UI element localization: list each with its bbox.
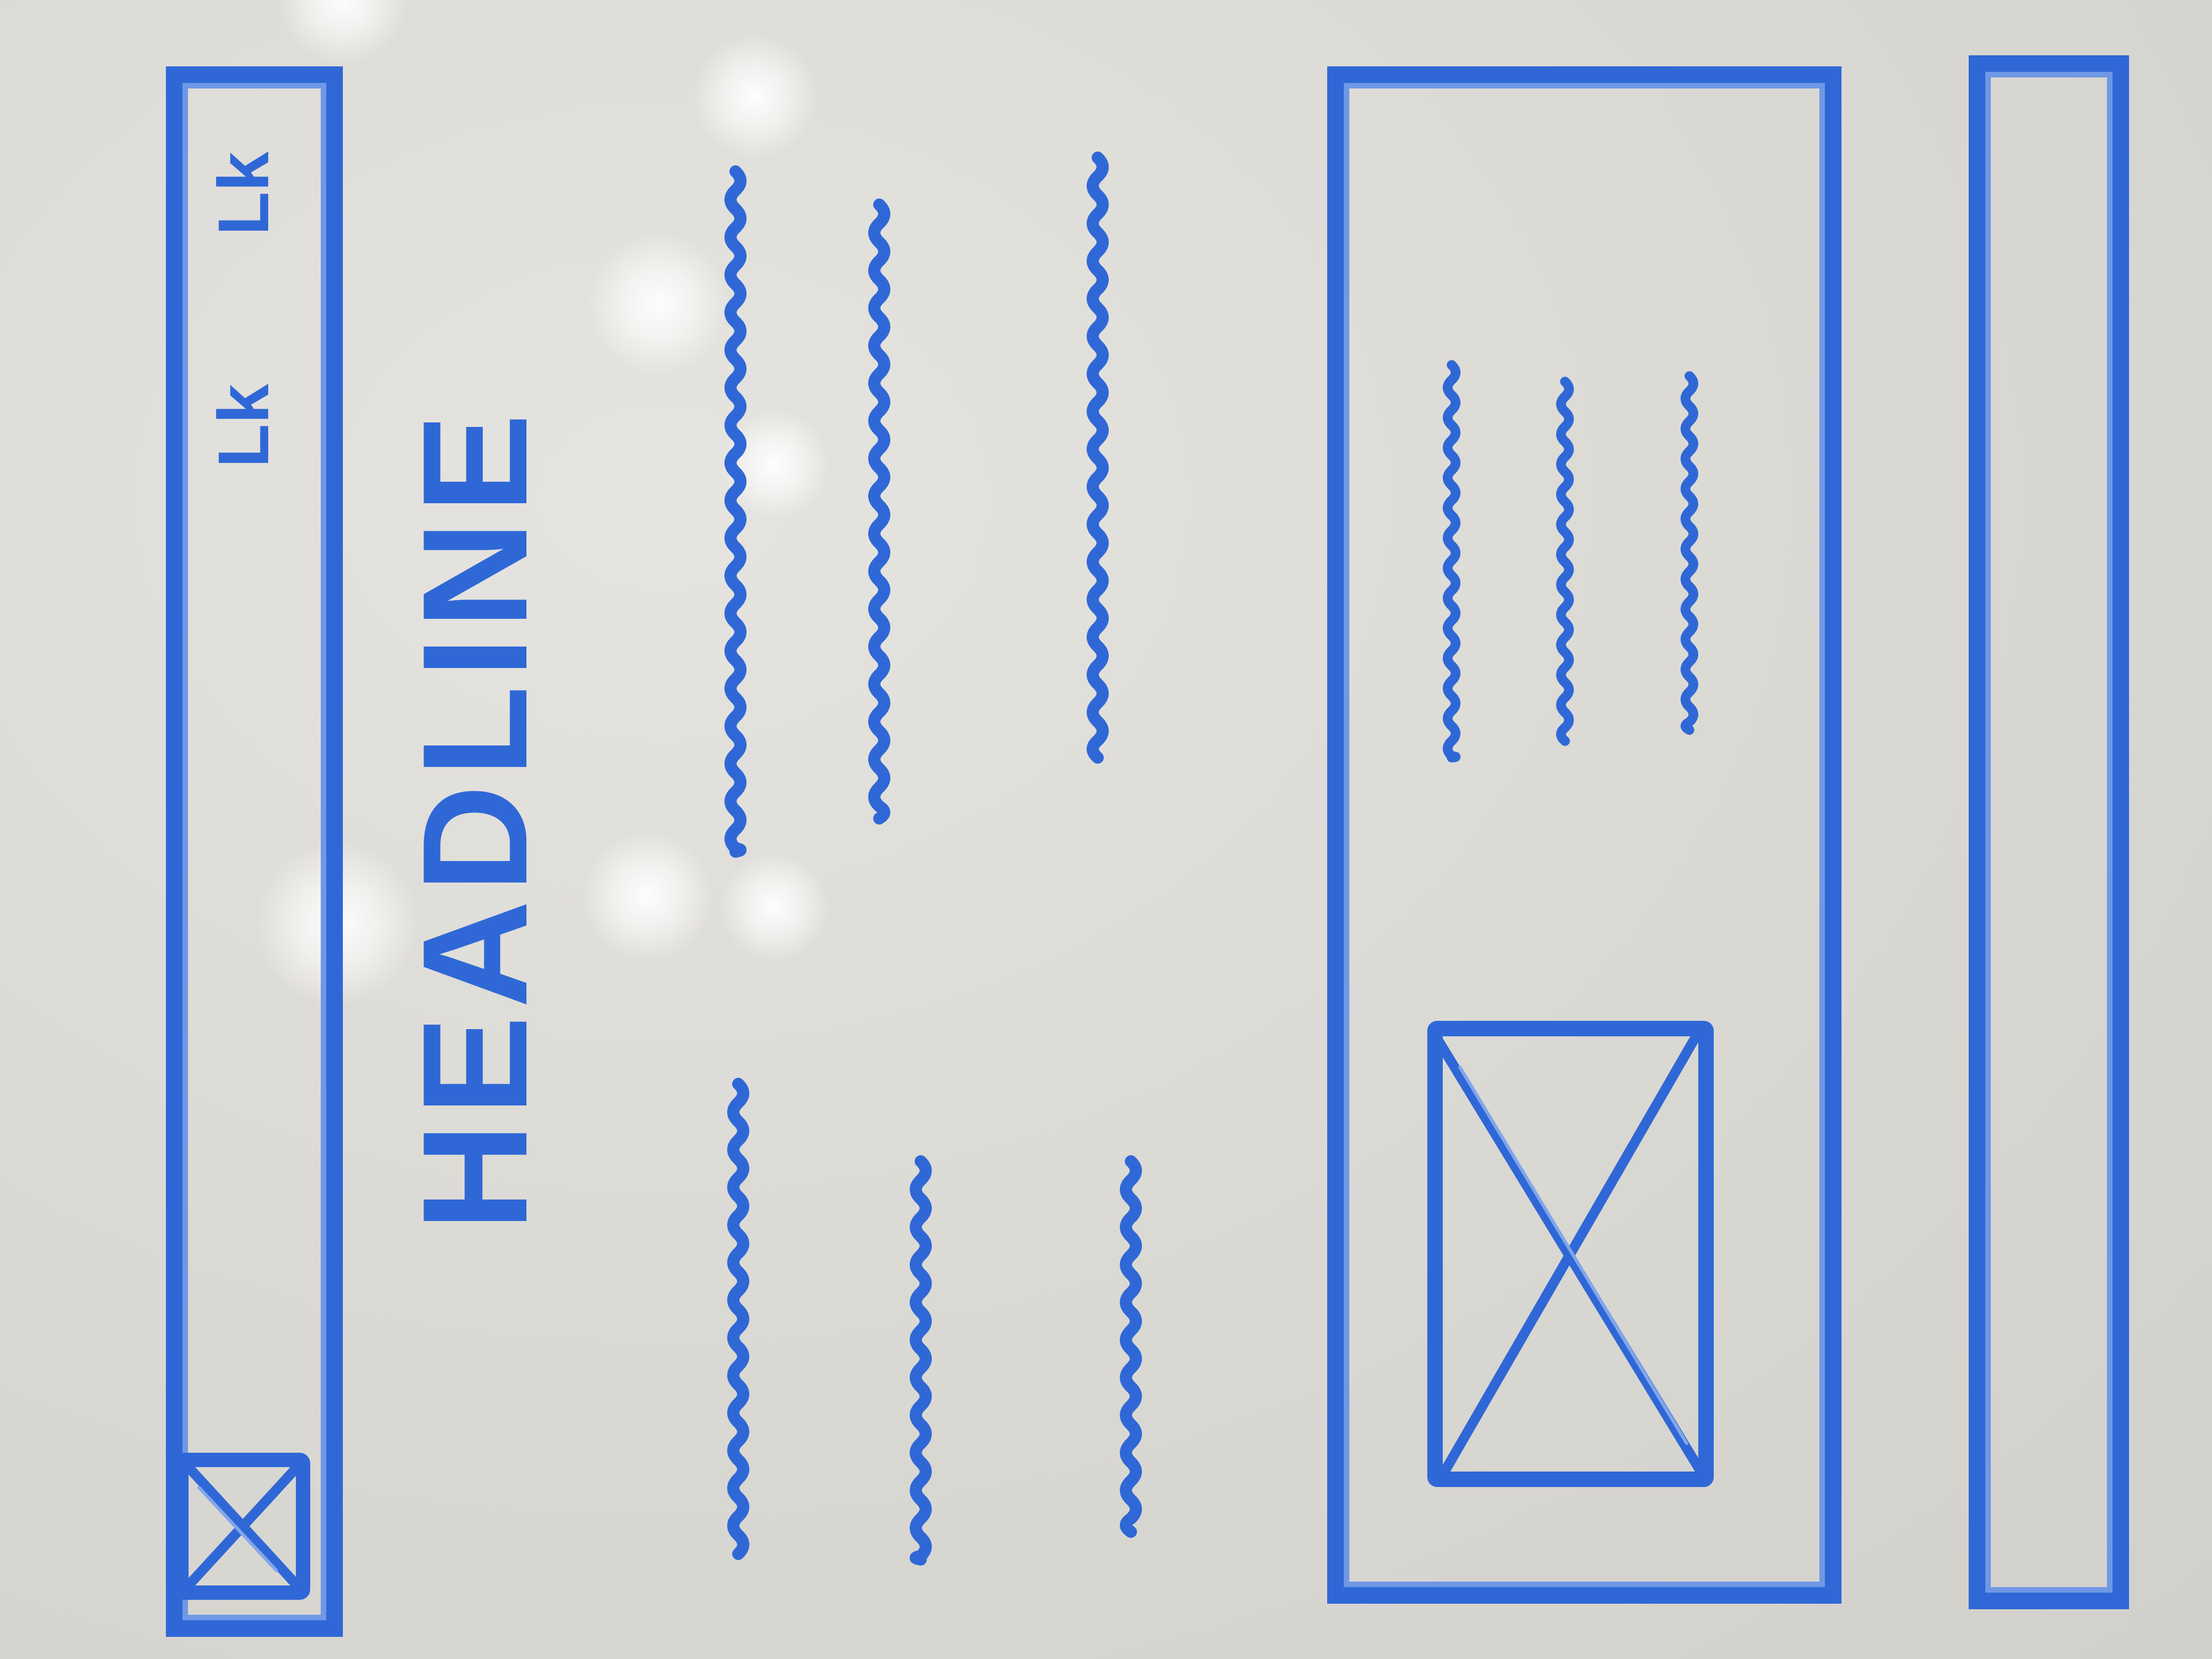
text-placeholder-line	[724, 165, 747, 858]
text-placeholder-line	[1556, 377, 1574, 746]
text-placeholder-line	[1120, 1155, 1142, 1538]
card-image-placeholder-icon[interactable]	[1427, 1021, 1714, 1487]
text-placeholder-line	[1681, 371, 1698, 735]
logo-image-placeholder-icon[interactable]	[174, 1453, 310, 1600]
text-placeholder-lines	[724, 152, 1698, 1566]
text-placeholder-line	[910, 1155, 932, 1566]
text-placeholder-line	[868, 199, 890, 825]
text-placeholder-line	[727, 1078, 749, 1560]
text-placeholder-line	[1087, 152, 1109, 764]
whiteboard-sketch: Lk Lk HEADLINE	[0, 0, 2212, 1659]
text-placeholder-line	[1443, 360, 1460, 763]
sketch-drawings	[174, 152, 1714, 1600]
